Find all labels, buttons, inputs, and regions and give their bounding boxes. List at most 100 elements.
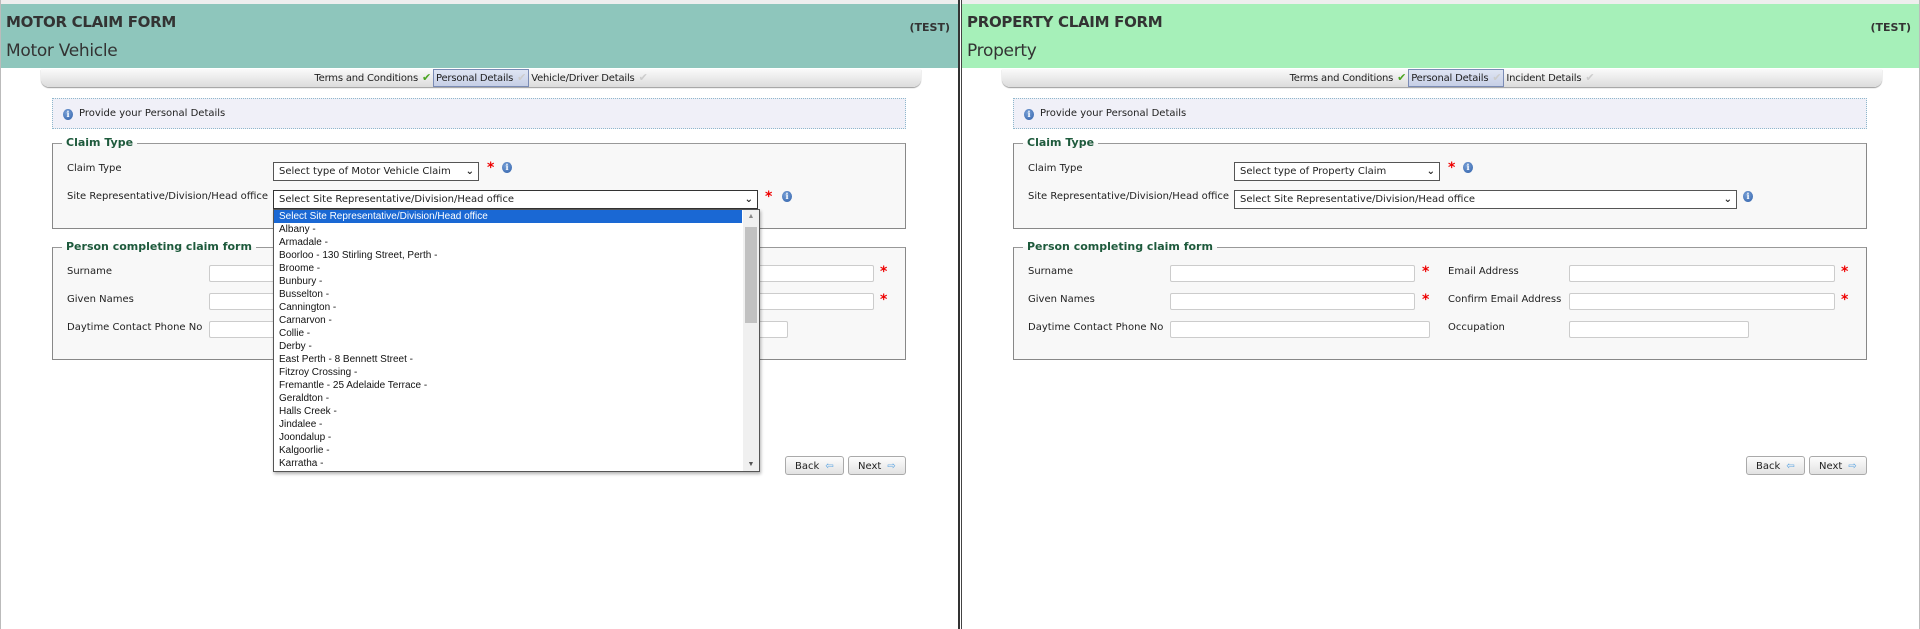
next-button[interactable]: Next ⇨ [1809,456,1867,475]
fieldset-legend: Claim Type [1023,136,1099,149]
info-text: Provide your Personal Details [1040,108,1187,119]
site-option[interactable]: Karratha - [274,457,742,470]
site-option[interactable]: Cannington - [274,301,742,314]
phone-label: Daytime Contact Phone No [67,322,203,333]
info-icon[interactable]: i [1463,162,1473,173]
form-subtitle: Motor Vehicle [6,41,118,61]
site-select[interactable]: Select Site Representative/Division/Head… [1234,190,1737,209]
step-terms-and-conditions[interactable]: Terms and Conditions ✔ [1288,69,1409,87]
chevron-down-icon: ⌄ [465,166,474,177]
step-label: Terms and Conditions [314,73,418,84]
chevron-down-icon: ⌄ [744,194,753,205]
site-label: Site Representative/Division/Head office [67,191,269,202]
site-option[interactable]: Broome - [274,262,742,275]
site-label: Site Representative/Division/Head office [1028,191,1230,202]
site-option[interactable]: Kalgoorlie - [274,444,742,457]
required-icon: * [487,160,495,176]
select-value: Select type of Motor Vehicle Claim [279,166,451,177]
step-label: Vehicle/Driver Details [531,73,635,84]
arrow-left-icon: ⇦ [1786,461,1795,472]
step-terms-and-conditions[interactable]: Terms and Conditions ✔ [312,69,433,87]
site-option[interactable]: Geraldton - [274,392,742,405]
site-option[interactable]: Joondalup - [274,431,742,444]
given-names-label: Given Names [1028,294,1095,305]
check-icon: ✔ [517,71,527,84]
site-option[interactable]: Bunbury - [274,275,742,288]
info-icon: i [1024,109,1034,120]
back-button[interactable]: Back ⇦ [1746,456,1805,475]
scrollbar[interactable]: ▲ ▼ [743,210,759,471]
form-header: MOTOR CLAIM FORM Motor Vehicle (TEST) [1,4,958,68]
fieldset-legend: Claim Type [62,136,138,149]
info-text: Provide your Personal Details [79,108,226,119]
claim-type-select[interactable]: Select type of Motor Vehicle Claim ⌄ [273,162,479,181]
select-value: Select Site Representative/Division/Head… [279,194,515,205]
next-button[interactable]: Next ⇨ [848,456,906,475]
arrow-left-icon: ⇦ [825,461,834,472]
site-option[interactable]: Collie - [274,327,742,340]
claim-type-select[interactable]: Select type of Property Claim ⌄ [1234,162,1440,181]
back-button[interactable]: Back ⇦ [785,456,844,475]
step-label: Terms and Conditions [1289,73,1394,84]
site-option[interactable]: Select Site Representative/Division/Head… [274,210,742,223]
info-icon[interactable]: i [782,191,792,202]
step-vehicle-driver-details[interactable]: Vehicle/Driver Details ✔ [529,69,649,87]
scroll-down-icon[interactable]: ▼ [743,461,759,468]
phone-label: Daytime Contact Phone No [1028,322,1164,333]
phone-input[interactable] [1170,321,1430,338]
button-label: Back [795,461,820,472]
required-icon: * [765,189,773,205]
info-message: i Provide your Personal Details [52,98,906,129]
scrollbar-thumb[interactable] [745,227,757,323]
form-title: MOTOR CLAIM FORM [6,13,177,31]
confirm-email-input[interactable] [1569,293,1835,310]
site-option[interactable]: Boorloo - 130 Stirling Street, Perth - [274,249,742,262]
property-claim-panel: PROPERTY CLAIM FORM Property (TEST) Term… [961,0,1920,629]
motor-claim-panel: MOTOR CLAIM FORM Motor Vehicle (TEST) Te… [0,0,960,629]
site-option[interactable]: Busselton - [274,288,742,301]
site-option[interactable]: Halls Creek - [274,405,742,418]
occupation-label: Occupation [1448,322,1505,333]
select-value: Select type of Property Claim [1240,166,1387,177]
required-icon: * [1448,160,1456,176]
step-label: Personal Details [436,73,514,84]
step-incident-details[interactable]: Incident Details ✔ [1504,69,1596,87]
scroll-up-icon[interactable]: ▲ [743,213,759,220]
option-list: Select Site Representative/Division/Head… [274,210,759,470]
required-icon: * [1841,292,1849,308]
site-option[interactable]: Jindalee - [274,418,742,431]
info-message: i Provide your Personal Details [1013,98,1867,129]
required-icon: * [1841,264,1849,280]
site-select[interactable]: Select Site Representative/Division/Head… [273,190,758,209]
site-option[interactable]: East Perth - 8 Bennett Street - [274,353,742,366]
email-input[interactable] [1569,265,1835,282]
arrow-right-icon: ⇨ [887,461,896,472]
step-bar: Terms and Conditions ✔ Personal Details ✔ … [1002,69,1882,87]
site-option[interactable]: Carnarvon - [274,314,742,327]
form-subtitle: Property [967,41,1037,61]
given-names-input[interactable] [1170,293,1415,310]
arrow-right-icon: ⇨ [1848,461,1857,472]
claim-type-label: Claim Type [67,163,122,174]
required-icon: * [880,292,888,308]
info-icon[interactable]: i [502,162,512,173]
site-option[interactable]: Fremantle - 25 Adelaide Terrace - [274,379,742,392]
step-personal-details[interactable]: Personal Details ✔ [433,69,530,87]
occupation-input[interactable] [1569,321,1749,338]
check-icon: ✔ [421,71,431,84]
check-icon: ✔ [1585,71,1595,84]
step-personal-details[interactable]: Personal Details ✔ [1408,69,1505,87]
site-dropdown-list[interactable]: Select Site Representative/Division/Head… [273,209,760,472]
site-option[interactable]: Fitzroy Crossing - [274,366,742,379]
site-option[interactable]: Armadale - [274,236,742,249]
check-icon: ✔ [1397,71,1407,84]
environment-label: (TEST) [1870,21,1912,34]
surname-label: Surname [67,266,112,277]
site-option[interactable]: Albany - [274,223,742,236]
surname-input[interactable] [1170,265,1415,282]
site-option[interactable]: Derby - [274,340,742,353]
form-title: PROPERTY CLAIM FORM [967,13,1163,31]
info-icon[interactable]: i [1743,191,1753,202]
claim-type-fieldset: Claim Type [1013,136,1867,229]
step-label: Incident Details [1506,73,1582,84]
